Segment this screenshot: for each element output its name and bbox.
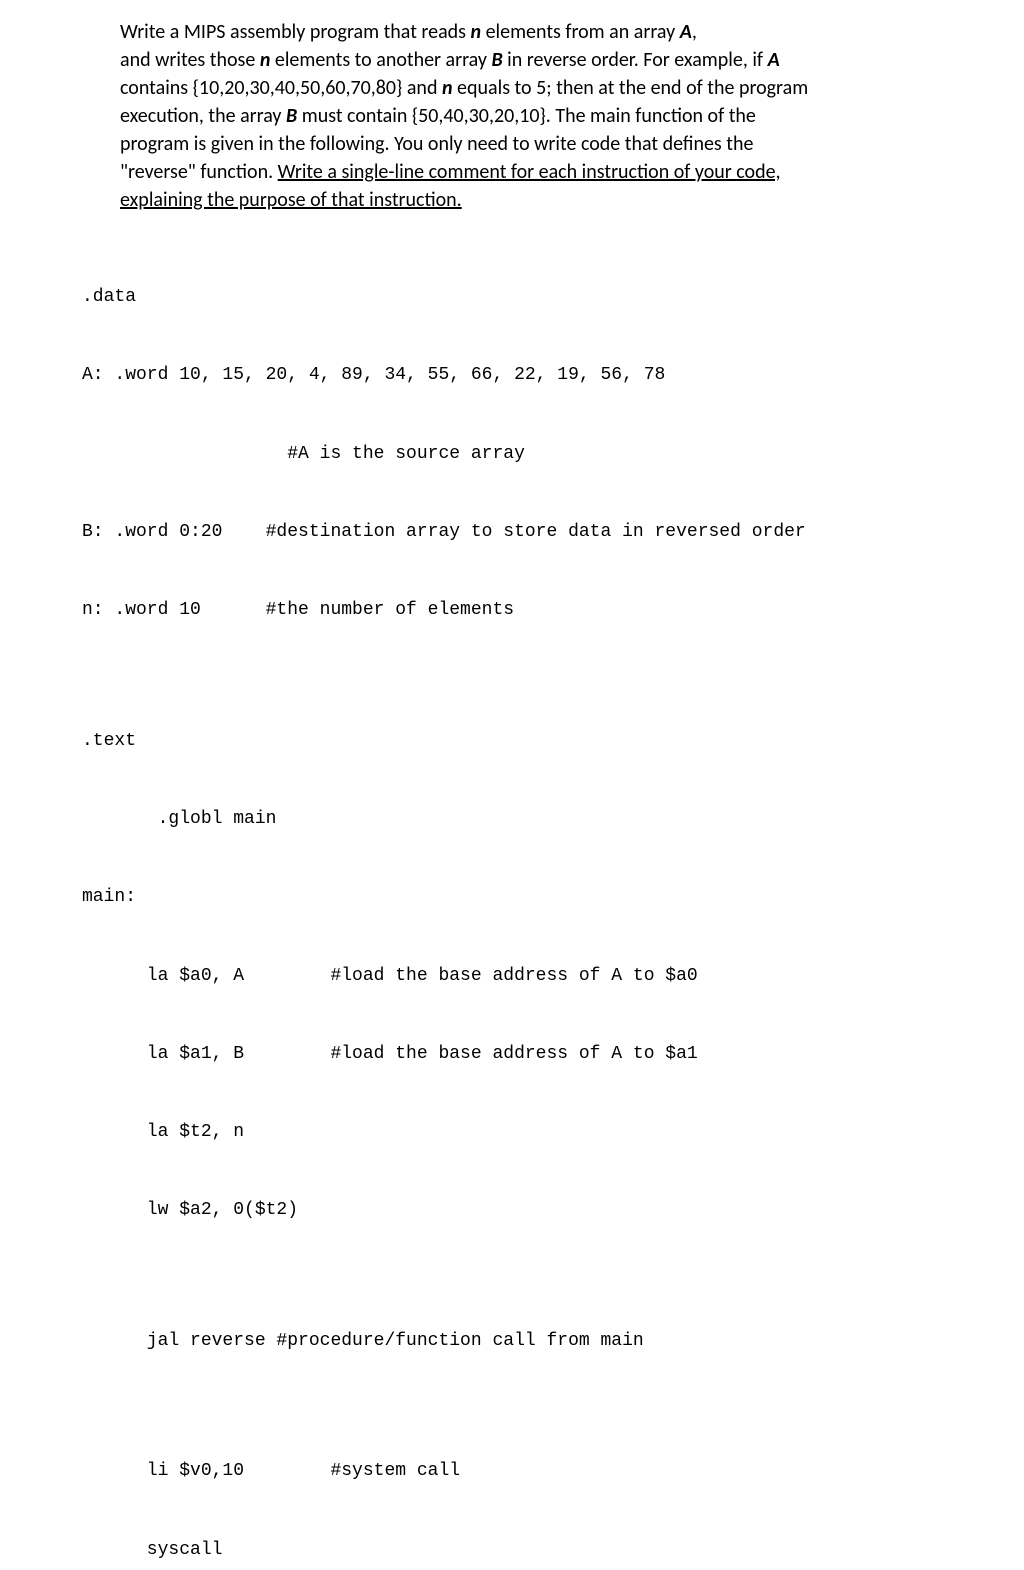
problem-line-1: Write a MIPS assembly program that reads… (120, 18, 994, 46)
text: execution, the array (120, 104, 286, 128)
code-line: main: (82, 884, 1004, 910)
code-line: syscall (82, 1537, 1004, 1563)
text: and writes those (120, 48, 260, 72)
code-line: lw $a2, 0($t2) (82, 1197, 1004, 1223)
var-n: n (442, 76, 453, 100)
var-B: B (286, 104, 297, 128)
text: contains {10,20,30,40,50,60,70,80} and (120, 76, 442, 100)
code-line: #A is the source array (82, 441, 1004, 467)
code-line: la $a0, A #load the base address of A to… (82, 963, 1004, 989)
underline-text: explaining the purpose of that instructi… (120, 188, 462, 212)
var-A: A (768, 48, 780, 72)
text: "reverse" function. (120, 160, 278, 184)
code-line: la $a1, B #load the base address of A to… (82, 1041, 1004, 1067)
var-A: A (680, 20, 692, 44)
text: in reverse order. For example, if (503, 48, 768, 72)
code-line: li $v0,10 #system call (82, 1458, 1004, 1484)
text: must contain {50,40,30,20,10}. The main … (297, 104, 756, 128)
text: elements to another array (270, 48, 491, 72)
code-block: .data A: .word 10, 15, 20, 4, 89, 34, 55… (82, 232, 1004, 1570)
problem-line-4: execution, the array B must contain {50,… (120, 102, 994, 130)
text: , (692, 20, 697, 44)
code-line: n: .word 10 #the number of elements (82, 597, 1004, 623)
problem-line-3: contains {10,20,30,40,50,60,70,80} and n… (120, 74, 994, 102)
problem-statement: Write a MIPS assembly program that reads… (120, 18, 994, 214)
text: equals to 5; then at the end of the prog… (453, 76, 809, 100)
var-n: n (471, 20, 482, 44)
problem-line-6: "reverse" function. Write a single-line … (120, 158, 994, 186)
code-line: .text (82, 728, 1004, 754)
problem-line-7: explaining the purpose of that instructi… (120, 186, 994, 214)
problem-line-5: program is given in the following. You o… (120, 130, 994, 158)
text: Write a MIPS assembly program that reads (120, 20, 471, 44)
code-line: jal reverse #procedure/function call fro… (82, 1328, 1004, 1354)
code-line: .globl main (82, 806, 1004, 832)
code-line: la $t2, n (82, 1119, 1004, 1145)
code-line: B: .word 0:20 #destination array to stor… (82, 519, 1004, 545)
code-line: A: .word 10, 15, 20, 4, 89, 34, 55, 66, … (82, 362, 1004, 388)
code-line: .data (82, 284, 1004, 310)
problem-line-2: and writes those n elements to another a… (120, 46, 994, 74)
text: program is given in the following. You o… (120, 132, 753, 156)
var-B: B (491, 48, 502, 72)
underline-text: Write a single-line comment for each ins… (278, 160, 781, 184)
text: elements from an array (481, 20, 680, 44)
var-n: n (260, 48, 271, 72)
